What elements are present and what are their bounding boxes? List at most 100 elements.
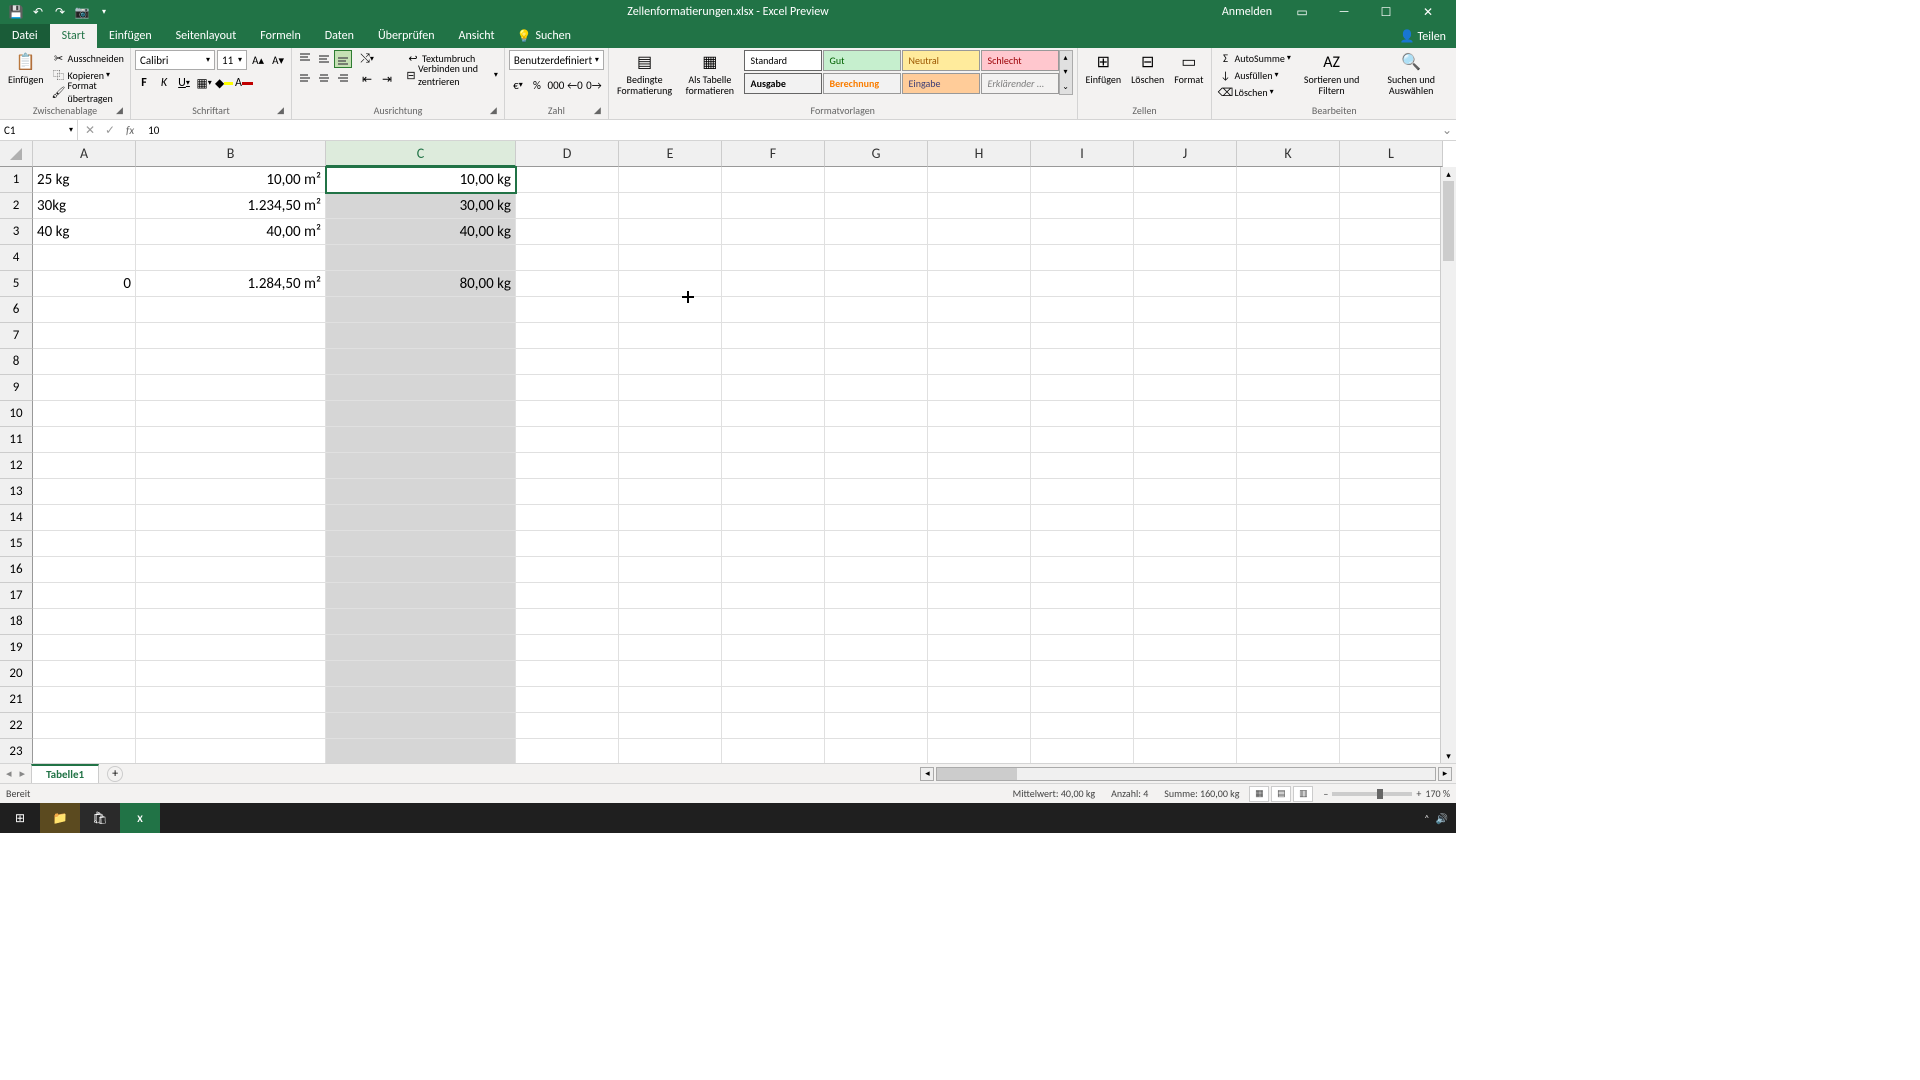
cell-E12[interactable] xyxy=(619,453,722,479)
clear-button[interactable]: ⌫Löschen▾ xyxy=(1216,84,1292,100)
dialog-launcher-icon[interactable]: ◢ xyxy=(490,105,502,117)
cell-K14[interactable] xyxy=(1237,505,1340,531)
cell-J18[interactable] xyxy=(1134,609,1237,635)
cell-E17[interactable] xyxy=(619,583,722,609)
cell-F15[interactable] xyxy=(722,531,825,557)
cell-H13[interactable] xyxy=(928,479,1031,505)
sheet-nav-last-icon[interactable]: ▸ xyxy=(20,767,26,780)
format-cells-button[interactable]: ▭Format xyxy=(1170,50,1207,87)
cell-L8[interactable] xyxy=(1340,349,1443,375)
cell-H1[interactable] xyxy=(928,167,1031,193)
cell-A21[interactable] xyxy=(33,687,136,713)
increase-decimal-button[interactable]: ←0 xyxy=(566,76,584,94)
cell-L1[interactable] xyxy=(1340,167,1443,193)
cell-B1[interactable]: 10,00 m² xyxy=(136,167,326,193)
row-header-19[interactable]: 19 xyxy=(0,635,33,661)
cell-C6[interactable] xyxy=(326,297,516,323)
cell-F13[interactable] xyxy=(722,479,825,505)
cell-E10[interactable] xyxy=(619,401,722,427)
tab-search[interactable]: 💡Suchen xyxy=(507,24,581,48)
currency-button[interactable]: €▾ xyxy=(509,76,527,94)
cell-B2[interactable]: 1.234,50 m² xyxy=(136,193,326,219)
cell-H16[interactable] xyxy=(928,557,1031,583)
tab-view[interactable]: Ansicht xyxy=(447,24,507,48)
cell-J16[interactable] xyxy=(1134,557,1237,583)
cell-J17[interactable] xyxy=(1134,583,1237,609)
cell-B11[interactable] xyxy=(136,427,326,453)
vertical-scrollbar[interactable]: ▴ ▾ xyxy=(1440,167,1456,763)
cell-C5[interactable]: 80,00 kg xyxy=(326,271,516,297)
decrease-indent-button[interactable]: ⇤ xyxy=(358,70,376,88)
cell-L22[interactable] xyxy=(1340,713,1443,739)
cell-K3[interactable] xyxy=(1237,219,1340,245)
increase-indent-button[interactable]: ⇥ xyxy=(378,70,396,88)
cell-D3[interactable] xyxy=(516,219,619,245)
cell-H14[interactable] xyxy=(928,505,1031,531)
cell-E14[interactable] xyxy=(619,505,722,531)
cell-L23[interactable] xyxy=(1340,739,1443,763)
cell-E6[interactable] xyxy=(619,297,722,323)
taskbar-store-icon[interactable]: 🛍 xyxy=(80,803,120,833)
cell-B6[interactable] xyxy=(136,297,326,323)
cell-C3[interactable]: 40,00 kg xyxy=(326,219,516,245)
taskbar-explorer-icon[interactable]: 📁 xyxy=(40,803,80,833)
cell-D21[interactable] xyxy=(516,687,619,713)
cell-B20[interactable] xyxy=(136,661,326,687)
cell-C13[interactable] xyxy=(326,479,516,505)
cell-F14[interactable] xyxy=(722,505,825,531)
cell-B12[interactable] xyxy=(136,453,326,479)
cell-E8[interactable] xyxy=(619,349,722,375)
undo-icon[interactable]: ↶ xyxy=(30,4,46,20)
cell-K8[interactable] xyxy=(1237,349,1340,375)
cell-G17[interactable] xyxy=(825,583,928,609)
cell-D19[interactable] xyxy=(516,635,619,661)
underline-button[interactable]: U▾ xyxy=(175,74,193,92)
cell-E18[interactable] xyxy=(619,609,722,635)
cell-H18[interactable] xyxy=(928,609,1031,635)
row-header-8[interactable]: 8 xyxy=(0,349,33,375)
zoom-out-button[interactable]: – xyxy=(1323,787,1328,800)
cell-C10[interactable] xyxy=(326,401,516,427)
tab-review[interactable]: Überprüfen xyxy=(366,24,447,48)
insert-cells-button[interactable]: ⊞Einfügen xyxy=(1082,50,1126,87)
cell-B15[interactable] xyxy=(136,531,326,557)
row-header-3[interactable]: 3 xyxy=(0,219,33,245)
row-header-1[interactable]: 1 xyxy=(0,167,33,193)
cell-B19[interactable] xyxy=(136,635,326,661)
cell-J20[interactable] xyxy=(1134,661,1237,687)
row-header-21[interactable]: 21 xyxy=(0,687,33,713)
cell-L7[interactable] xyxy=(1340,323,1443,349)
decrease-decimal-button[interactable]: 0→ xyxy=(585,76,603,94)
cell-F1[interactable] xyxy=(722,167,825,193)
cell-J5[interactable] xyxy=(1134,271,1237,297)
cell-I19[interactable] xyxy=(1031,635,1134,661)
cell-F2[interactable] xyxy=(722,193,825,219)
dialog-launcher-icon[interactable]: ◢ xyxy=(277,105,289,117)
add-sheet-button[interactable]: + xyxy=(107,766,123,782)
cell-F20[interactable] xyxy=(722,661,825,687)
cell-K22[interactable] xyxy=(1237,713,1340,739)
cell-J21[interactable] xyxy=(1134,687,1237,713)
cell-J22[interactable] xyxy=(1134,713,1237,739)
cell-B10[interactable] xyxy=(136,401,326,427)
cell-K5[interactable] xyxy=(1237,271,1340,297)
cell-H5[interactable] xyxy=(928,271,1031,297)
view-normal-button[interactable]: ▦ xyxy=(1249,786,1269,802)
borders-button[interactable]: ▦▾ xyxy=(195,74,213,92)
cell-F9[interactable] xyxy=(722,375,825,401)
cell-L17[interactable] xyxy=(1340,583,1443,609)
cell-E11[interactable] xyxy=(619,427,722,453)
cell-G15[interactable] xyxy=(825,531,928,557)
cell-I7[interactable] xyxy=(1031,323,1134,349)
col-header-A[interactable]: A xyxy=(33,141,136,167)
cell-B8[interactable] xyxy=(136,349,326,375)
cell-C8[interactable] xyxy=(326,349,516,375)
cell-L16[interactable] xyxy=(1340,557,1443,583)
row-header-11[interactable]: 11 xyxy=(0,427,33,453)
cell-J14[interactable] xyxy=(1134,505,1237,531)
cell-E4[interactable] xyxy=(619,245,722,271)
cell-I12[interactable] xyxy=(1031,453,1134,479)
view-page-layout-button[interactable]: ▤ xyxy=(1271,786,1291,802)
cell-D4[interactable] xyxy=(516,245,619,271)
cell-I4[interactable] xyxy=(1031,245,1134,271)
